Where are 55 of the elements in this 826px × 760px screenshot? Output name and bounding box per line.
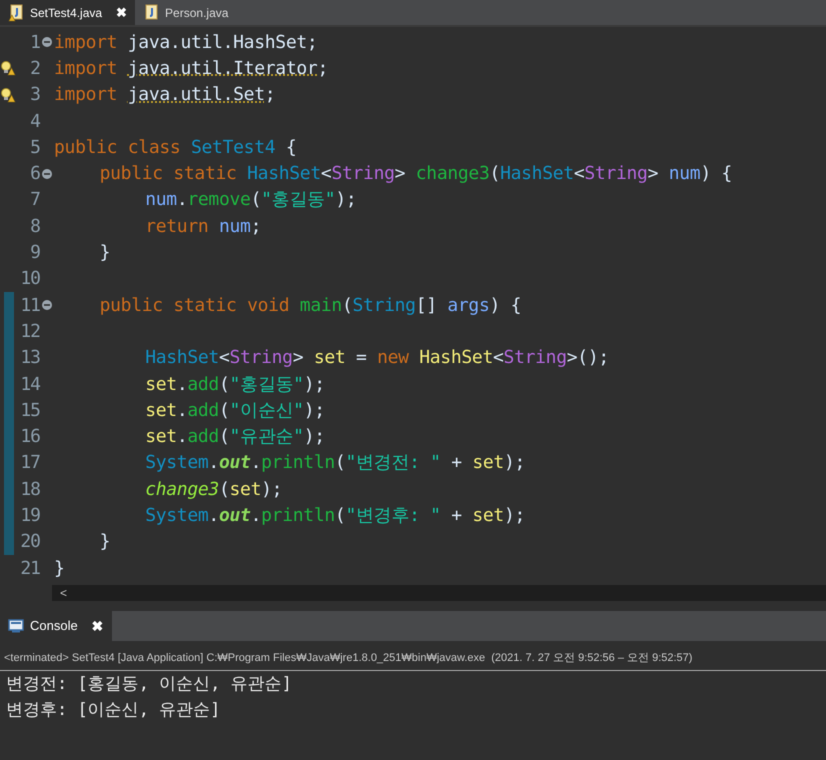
line-number: 14: [19, 372, 40, 397]
code-line: import java.util.Iterator;: [54, 56, 328, 81]
line-number: 16: [19, 425, 40, 450]
line-number: 1: [29, 30, 40, 55]
code-line: return num;: [145, 214, 262, 239]
code-line: System.out.println("변경후: " + set);: [145, 504, 526, 528]
line-number: 20: [19, 530, 40, 554]
code-line: HashSet<String> set = new HashSet<String>();: [145, 346, 609, 370]
console-output-line: 변경후: [이순신, 유관순]: [6, 699, 222, 722]
code-line: }: [100, 530, 110, 554]
code-line: }: [54, 556, 65, 581]
code-line: System.out.println("변경전: " + set);: [145, 451, 526, 476]
line-number: 10: [19, 267, 40, 292]
code-line: import java.util.HashSet;: [54, 30, 318, 55]
editor-tab[interactable]: Person.java: [135, 0, 244, 25]
line-number: 6: [29, 162, 40, 186]
line-number: 18: [19, 478, 40, 502]
editor-tab[interactable]: SetTest4.java ✖: [0, 0, 136, 25]
line-number: 19: [19, 504, 40, 528]
line-number: 12: [19, 320, 40, 344]
code-line: }: [100, 241, 110, 266]
line-number: 15: [19, 398, 40, 423]
line-number: 3: [29, 83, 40, 108]
line-number: 13: [19, 346, 40, 370]
close-icon[interactable]: ✖: [92, 616, 104, 636]
line-number: 7: [29, 188, 40, 212]
line-number: 11: [19, 294, 40, 318]
line-number: 9: [29, 241, 40, 266]
line-number: 5: [29, 136, 40, 160]
code-line: import java.util.Set;: [54, 83, 276, 108]
code-line: set.add("홍길동");: [145, 372, 325, 397]
fold-icon[interactable]: [42, 168, 52, 179]
console-status: <terminated> SetTest4 [Java Application] C:₩Program Files₩Java₩jre1.8.0_251₩bin₩javaw.exe (2021. 7. 27 오전 9:52:56 – 오전 9:52:57): [4, 652, 692, 664]
line-number: 4: [29, 110, 40, 134]
console-output-line: 변경전: [홍길동, 이순신, 유관순]: [6, 673, 293, 696]
line-number: 17: [19, 451, 40, 476]
fold-icon[interactable]: [42, 300, 52, 310]
code-line: set.add("유관순");: [145, 425, 325, 450]
lightbulb-warning-icon[interactable]: [0, 60, 16, 76]
code-line: public class SetTest4 {: [54, 136, 296, 160]
code-line: set.add("이순신");: [145, 398, 325, 423]
monitor-icon: [8, 619, 24, 633]
code-line: change3(set);: [145, 478, 282, 502]
line-number: 21: [19, 556, 40, 581]
horizontal-scrollbar[interactable]: <: [52, 585, 826, 601]
code-line: public static HashSet<String> change3(HashSet<String> num) {: [100, 162, 732, 186]
line-number: 8: [29, 214, 40, 239]
code-line: public static void main(String[] args) {: [100, 294, 522, 318]
scroll-left-arrow[interactable]: <: [60, 584, 68, 602]
console-tab[interactable]: Console ✖: [0, 611, 112, 641]
code-line: num.remove("홍길동");: [145, 188, 356, 212]
close-icon[interactable]: ✖: [116, 2, 128, 22]
lightbulb-warning-icon[interactable]: [0, 86, 16, 103]
fold-icon[interactable]: [42, 37, 52, 48]
line-number: 2: [29, 56, 40, 81]
